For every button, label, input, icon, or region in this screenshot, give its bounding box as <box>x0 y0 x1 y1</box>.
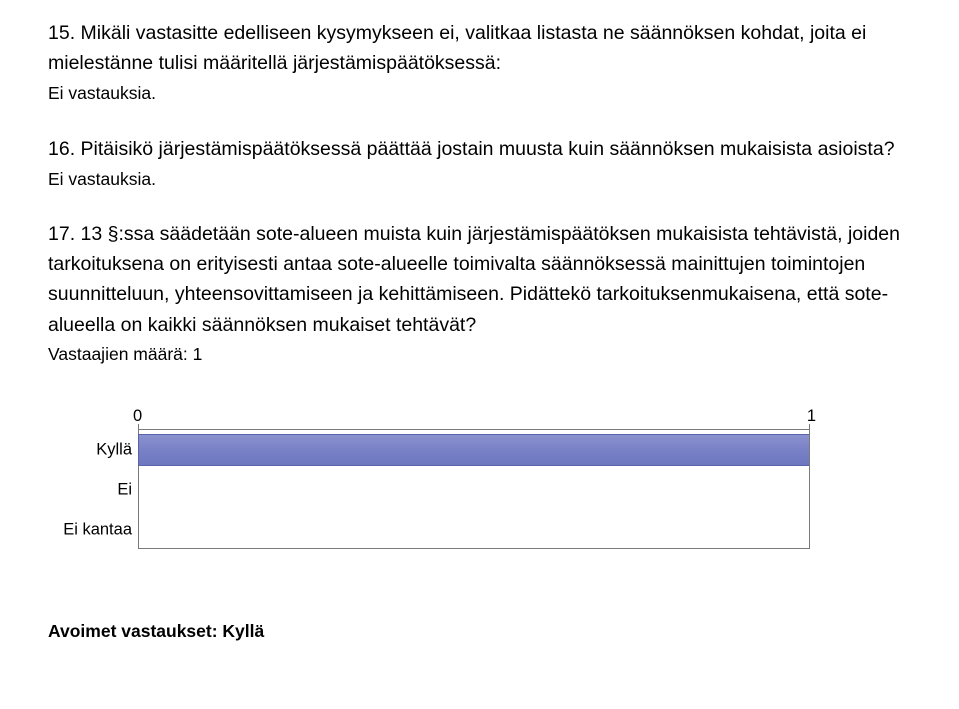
bar-row-ei: Ei <box>138 470 810 510</box>
question-17-respondents: Vastaajien määrä: 1 <box>48 344 911 365</box>
question-16: 16. Pitäisikö järjestämispäätöksessä pää… <box>48 134 911 193</box>
question-17: 17. 13 §:ssa säädetään sote-alueen muist… <box>48 219 911 365</box>
question-16-no-answer: Ei vastauksia. <box>48 166 911 193</box>
bar-chart: 0 1 Kyllä Ei Ei kantaa <box>56 407 811 549</box>
question-17-text: 17. 13 §:ssa säädetään sote-alueen muist… <box>48 219 911 340</box>
bar-kylla <box>138 434 810 466</box>
bar-row-ei-kantaa: Ei kantaa <box>138 510 810 550</box>
x-axis-labels: 0 1 <box>138 407 811 429</box>
plot-area: Kyllä Ei Ei kantaa <box>138 429 810 549</box>
chart-container: 0 1 Kyllä Ei Ei kantaa <box>56 407 911 549</box>
bar-label: Ei <box>56 480 132 499</box>
question-15-text: 15. Mikäli vastasitte edelliseen kysymyk… <box>48 18 911 78</box>
question-16-text: 16. Pitäisikö järjestämispäätöksessä pää… <box>48 134 911 164</box>
question-15: 15. Mikäli vastasitte edelliseen kysymyk… <box>48 18 911 108</box>
question-15-no-answer: Ei vastauksia. <box>48 80 911 107</box>
bar-label: Ei kantaa <box>56 520 132 539</box>
bar-label: Kyllä <box>56 440 132 459</box>
open-answers-heading: Avoimet vastaukset: Kyllä <box>48 621 911 642</box>
bar-row-kylla: Kyllä <box>138 430 810 470</box>
